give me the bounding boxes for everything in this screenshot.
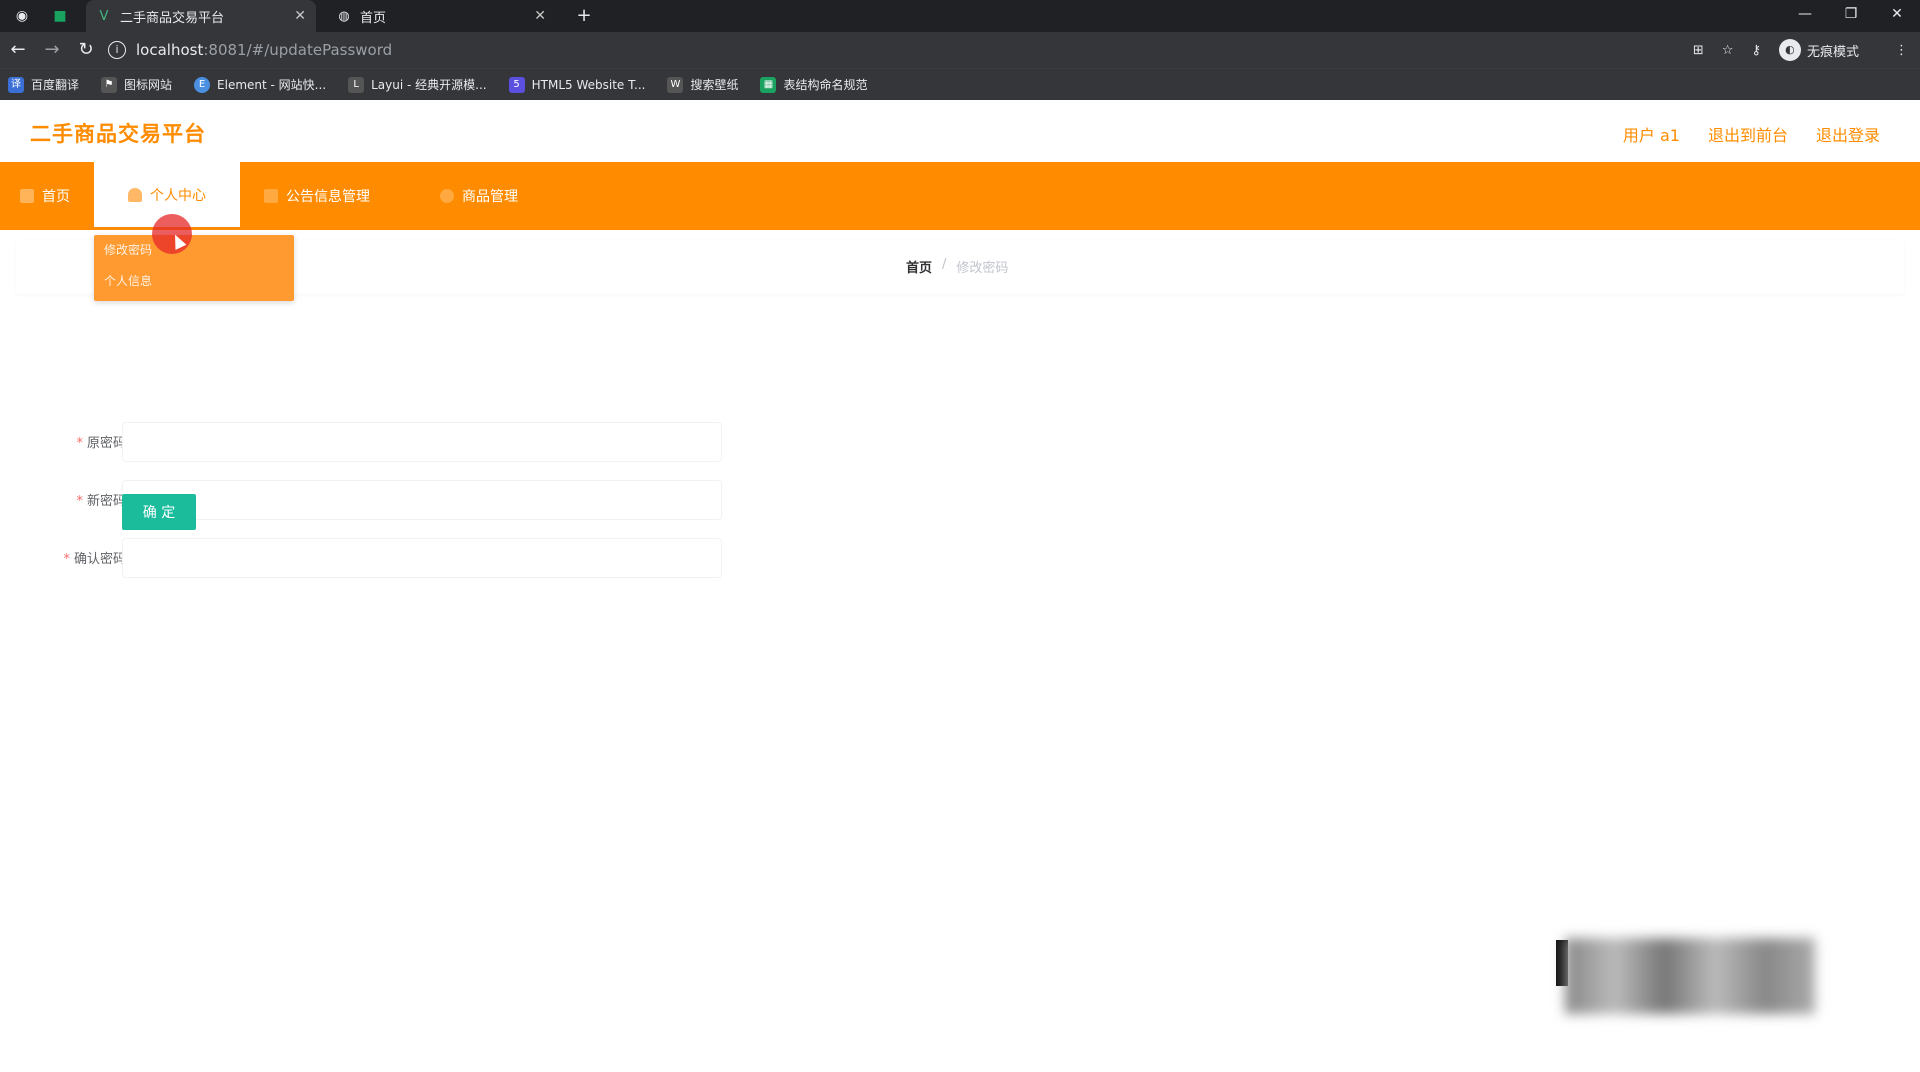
flag-icon: ⚑ [101, 76, 118, 93]
user-icon [128, 187, 142, 202]
click-indicator [152, 214, 192, 254]
personal-center-dropdown: 修改密码 个人信息 [94, 235, 294, 301]
close-window-icon[interactable]: ✕ [1874, 0, 1920, 32]
form-row-old-password: * 原密码 [16, 422, 756, 462]
bookmark-label: 百度翻译 [31, 78, 80, 92]
browser-tab-active[interactable]: V 二手商品交易平台 ✕ [86, 0, 316, 32]
breadcrumb-home[interactable]: 首页 [906, 257, 932, 276]
blurred-watermark [1565, 938, 1815, 1014]
key-icon[interactable]: ⚷ [1751, 43, 1761, 58]
tab-title: 二手商品交易平台 [120, 10, 225, 26]
wallpaper-icon: W [667, 76, 684, 93]
new-tab-button[interactable]: + [574, 6, 594, 26]
url-host: localhost [136, 41, 204, 59]
bookmark-item[interactable]: E Element - 网站快... [194, 76, 326, 93]
nav-label: 商品管理 [462, 189, 518, 205]
element-icon: E [194, 76, 211, 93]
old-password-label: * 原密码 [76, 436, 126, 451]
breadcrumb: 首页 / 修改密码 [906, 257, 1008, 276]
address-bar[interactable]: i localhost :8081/#/updatePassword [108, 36, 1688, 64]
profile-label: 无痕模式 [1806, 44, 1859, 60]
app-header: 二手商品交易平台 用户 a1 退出到前台 退出登录 [0, 100, 1920, 162]
form-row-confirm-password: * 确认密码 [16, 538, 756, 578]
new-password-label: * 新密码 [76, 494, 126, 509]
browser-toolbar: ← → ↻ i localhost :8081/#/updatePassword… [0, 32, 1920, 68]
chrome-menu-icon[interactable]: ◉ [12, 6, 32, 26]
nav-label: 个人中心 [150, 187, 206, 204]
nav-label: 公告信息管理 [286, 189, 370, 205]
bookmark-item[interactable]: W 搜索壁纸 [667, 76, 738, 93]
browser-tabstrip: ◉ ■ V 二手商品交易平台 ✕ ◍ 首页 ✕ + — ❐ ✕ [0, 0, 1920, 32]
app-title: 二手商品交易平台 [30, 122, 206, 146]
toolbar-actions: ⊞ ☆ ⚷ ◐ 无痕模式 ⋮ [1693, 32, 1920, 68]
dropdown-item-profile[interactable]: 个人信息 [94, 266, 294, 297]
kebab-menu-icon[interactable]: ⋮ [1895, 43, 1908, 58]
main-navbar: 首页 个人中心 公告信息管理 商品管理 [0, 162, 1920, 230]
confirm-password-label: * 确认密码 [63, 552, 126, 567]
password-form: * 原密码 * 新密码 * 确认密码 [16, 306, 1904, 578]
pinned-tab-icon[interactable]: ■ [50, 6, 70, 26]
minimize-icon[interactable]: — [1782, 0, 1828, 32]
forward-arrow-icon[interactable]: → [36, 34, 68, 66]
html5-icon: 5 [508, 76, 525, 93]
breadcrumb-separator: / [942, 257, 947, 272]
bookmark-item[interactable]: 译百度翻译 [8, 76, 79, 93]
vue-favicon-icon: V [99, 8, 109, 24]
nav-item-home[interactable]: 首页 [20, 162, 70, 230]
old-password-input[interactable] [122, 422, 722, 462]
logout-link[interactable]: 退出登录 [1816, 122, 1880, 146]
layui-icon: L [348, 76, 365, 93]
url-path: :8081/#/updatePassword [203, 41, 393, 59]
tab-title: 首页 [360, 10, 387, 26]
goods-icon [440, 189, 454, 203]
restore-icon[interactable]: ❐ [1828, 0, 1874, 32]
bookmark-label: 表结构命名规范 [783, 78, 868, 92]
tab-close-icon[interactable]: ✕ [294, 8, 306, 24]
nav-item-products[interactable]: 商品管理 [440, 162, 518, 230]
bookmark-label: Element - 网站快... [217, 78, 327, 92]
nav-item-notices[interactable]: 公告信息管理 [264, 162, 370, 230]
info-icon[interactable]: i [108, 41, 126, 59]
bookmarks-bar: 译百度翻译 ⚑ 图标网站 E Element - 网站快... L Layui - 经… [0, 68, 1920, 100]
bookmark-star-icon[interactable]: ☆ [1722, 43, 1734, 58]
back-arrow-icon[interactable]: ← [2, 34, 34, 66]
globe-favicon-icon: ◍ [338, 8, 350, 24]
confirm-button[interactable]: 确 定 [122, 494, 196, 530]
incognito-icon: ◐ [1778, 39, 1801, 61]
incognito-profile[interactable]: ◐ 无痕模式 [1778, 39, 1877, 61]
bookmark-item[interactable]: ⚑ 图标网站 [101, 76, 172, 93]
nav-label: 首页 [42, 189, 70, 205]
translate-icon[interactable]: ⊞ [1693, 43, 1704, 58]
bookmark-item[interactable]: 5 HTML5 Website T... [508, 76, 646, 93]
bookmark-label: 搜索壁纸 [690, 78, 739, 92]
header-links: 用户 a1 退出到前台 退出登录 [1595, 122, 1880, 146]
current-user-label: 用户 a1 [1622, 126, 1680, 145]
new-password-input[interactable] [122, 480, 722, 520]
reload-icon[interactable]: ↻ [70, 34, 102, 66]
bookmark-label: 图标网站 [124, 78, 173, 92]
breadcrumb-current: 修改密码 [956, 261, 1009, 276]
dropdown-item-change-password[interactable]: 修改密码 [94, 235, 294, 266]
bookmark-item[interactable]: L Layui - 经典开源模... [348, 76, 487, 93]
bookmark-item[interactable]: ▦ 表结构命名规范 [760, 76, 867, 93]
notice-icon [264, 189, 278, 203]
baidu-translate-icon: 译 [8, 76, 24, 93]
bookmark-label: Layui - 经典开源模... [371, 78, 487, 92]
bookmark-label: HTML5 Website T... [531, 77, 646, 92]
home-icon [20, 189, 34, 203]
window-controls: — ❐ ✕ [1782, 0, 1920, 32]
app-root: 二手商品交易平台 用户 a1 退出到前台 退出登录 首页 个人中心 公告信息管理… [0, 100, 1920, 1072]
breadcrumb-bar: 首页 / 修改密码 [16, 240, 1904, 294]
confirm-password-input[interactable] [122, 538, 722, 578]
browser-tab[interactable]: ◍ 首页 ✕ [326, 0, 556, 32]
exit-to-frontend-link[interactable]: 退出到前台 [1708, 122, 1788, 146]
sheet-icon: ▦ [760, 76, 777, 93]
tab-close-icon[interactable]: ✕ [534, 8, 546, 24]
